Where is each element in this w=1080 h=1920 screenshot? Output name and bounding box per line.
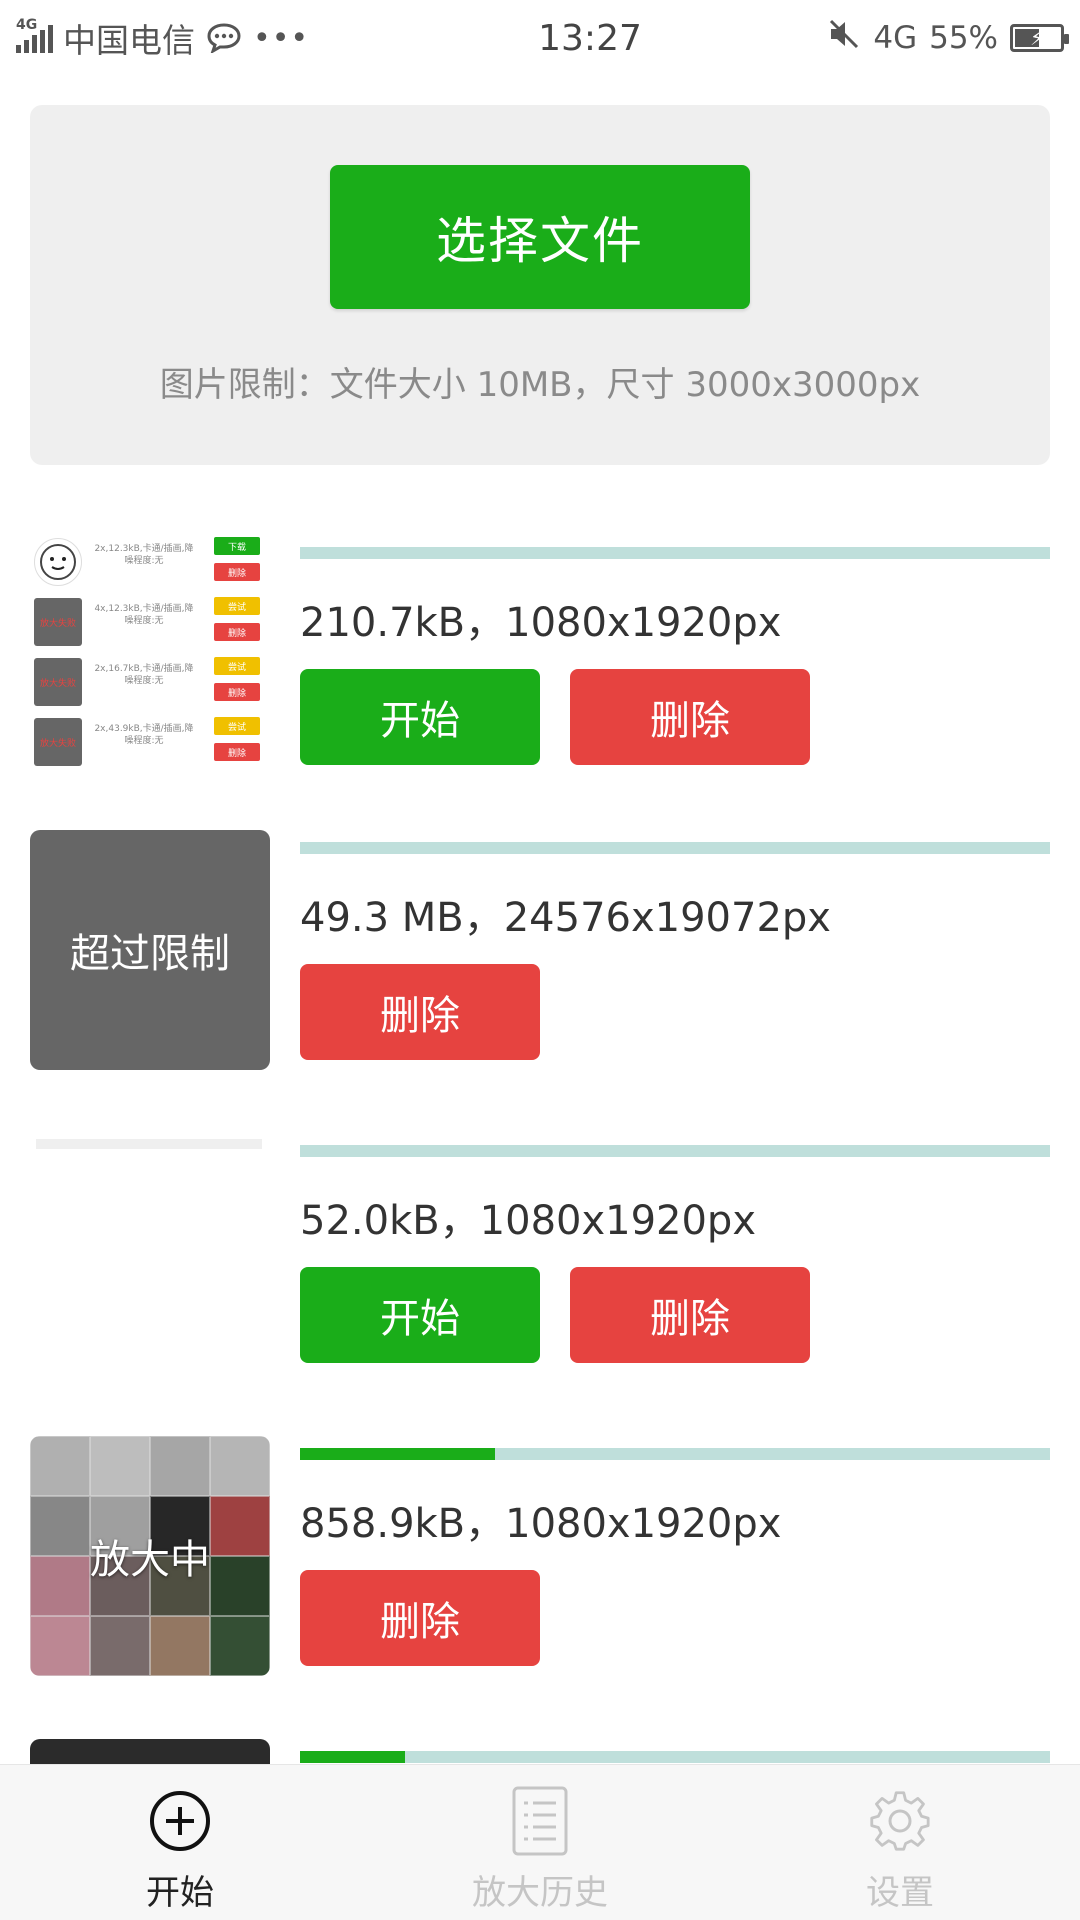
tab-label: 开始 — [146, 1873, 214, 1913]
delete-button[interactable]: 删除 — [300, 1570, 540, 1666]
progress-bar — [300, 842, 1050, 854]
mini-delete-button: 删除 — [214, 683, 260, 701]
mini-row-text: 4x,12.3kB,卡通/插画,降噪程度:无 — [94, 604, 194, 626]
status-right: 4G 55% ⚡ — [804, 17, 1069, 60]
more-notifications-icon: ••• — [253, 20, 310, 56]
progress-bar — [300, 1448, 1050, 1460]
status-left: 4G 中国电信 ••• — [16, 14, 436, 62]
mini-face-image — [34, 538, 82, 586]
mini-row: 放大失败 2x,43.9kB,卡通/插画,降噪程度:无 尝试 删除 — [34, 715, 266, 769]
bottom-tab-bar: 开始 放大历史 设置 — [0, 1764, 1080, 1920]
over-limit-label: 超过限制 — [70, 931, 230, 977]
charging-bolt-icon: ⚡ — [1029, 26, 1045, 50]
file-thumbnail-over-limit[interactable]: 超过限制 — [30, 830, 270, 1070]
file-info: 52.0kB，1080x1920px — [300, 1198, 756, 1244]
mini-delete-button: 删除 — [214, 743, 260, 761]
file-info: 210.7kB，1080x1920px — [300, 600, 782, 646]
mini-failed-image: 放大失败 — [34, 718, 82, 766]
mini-failed-image: 放大失败 — [34, 658, 82, 706]
upload-panel: 选择文件 图片限制：文件大小 10MB，尺寸 3000x3000px — [30, 105, 1050, 465]
file-item: 2x,12.3kB,卡通/插画,降噪程度:无 下载 删除 放大失败 4x,12.… — [30, 535, 1050, 775]
signal-icon: 4G — [16, 17, 53, 53]
file-thumbnail-processing[interactable]: 放大中 — [30, 1436, 270, 1676]
clock: 13:27 — [538, 17, 642, 59]
file-info: 858.9kB，1080x1920px — [300, 1501, 782, 1547]
message-icon — [205, 22, 243, 54]
file-item: 超过限制 49.3 MB，24576x19072px 删除 — [30, 830, 1050, 1070]
upload-limit-hint: 图片限制：文件大小 10MB，尺寸 3000x3000px — [159, 365, 921, 405]
mini-delete-button: 删除 — [214, 623, 260, 641]
file-thumbnail[interactable]: 2x,12.3kB,卡通/插画,降噪程度:无 下载 删除 放大失败 4x,12.… — [30, 535, 270, 775]
mini-row-text: 2x,43.9kB,卡通/插画,降噪程度:无 — [94, 724, 194, 746]
start-button[interactable]: 开始 — [300, 1267, 540, 1363]
tab-history[interactable]: 放大历史 — [360, 1765, 720, 1920]
battery-charging-icon: ⚡ — [1010, 24, 1069, 52]
mini-row: 放大失败 2x,16.7kB,卡通/插画,降噪程度:无 尝试 删除 — [34, 655, 266, 709]
file-item — [30, 1739, 1050, 1764]
mobile-data-type: 4G — [873, 20, 918, 56]
file-info: 49.3 MB，24576x19072px — [300, 895, 831, 941]
mini-download-button: 下载 — [214, 537, 260, 555]
file-thumbnail[interactable] — [30, 1133, 270, 1373]
mini-row-text: 2x,12.3kB,卡通/插画,降噪程度:无 — [94, 544, 194, 566]
mini-row: 2x,12.3kB,卡通/插画,降噪程度:无 下载 删除 — [34, 535, 266, 589]
mini-retry-button: 尝试 — [214, 717, 260, 735]
carrier-name: 中国电信 — [63, 21, 195, 60]
thumbnail-mini-list: 2x,12.3kB,卡通/插画,降噪程度:无 下载 删除 放大失败 4x,12.… — [30, 535, 270, 775]
plus-circle-icon — [148, 1785, 212, 1857]
file-item: 52.0kB，1080x1920px 开始 删除 — [30, 1133, 1050, 1373]
progress-bar — [300, 1751, 1050, 1763]
battery-percent: 55% — [929, 20, 998, 56]
start-button[interactable]: 开始 — [300, 669, 540, 765]
delete-button[interactable]: 删除 — [570, 1267, 810, 1363]
processing-label: 放大中 — [90, 1537, 210, 1583]
gear-icon — [868, 1785, 932, 1857]
thumbnail-placeholder-line — [36, 1139, 262, 1149]
mini-row: 放大失败 4x,12.3kB,卡通/插画,降噪程度:无 尝试 删除 — [34, 595, 266, 649]
progress-fill — [300, 1448, 495, 1460]
progress-bar — [300, 1145, 1050, 1157]
progress-fill — [300, 1751, 405, 1763]
tab-start[interactable]: 开始 — [0, 1765, 360, 1920]
tab-label: 放大历史 — [472, 1873, 608, 1913]
mute-icon — [827, 17, 861, 60]
file-item: 放大中 858.9kB，1080x1920px 删除 — [30, 1436, 1050, 1676]
delete-button[interactable]: 删除 — [570, 669, 810, 765]
mini-delete-button: 删除 — [214, 563, 260, 581]
select-file-button[interactable]: 选择文件 — [330, 165, 750, 309]
mini-retry-button: 尝试 — [214, 597, 260, 615]
mini-row-text: 2x,16.7kB,卡通/插画,降噪程度:无 — [94, 664, 194, 686]
progress-bar — [300, 547, 1050, 559]
mini-failed-image: 放大失败 — [34, 598, 82, 646]
delete-button[interactable]: 删除 — [300, 964, 540, 1060]
network-type: 4G — [16, 17, 38, 33]
tab-label: 设置 — [866, 1873, 934, 1913]
tab-settings[interactable]: 设置 — [720, 1765, 1080, 1920]
file-thumbnail[interactable] — [30, 1739, 270, 1764]
status-bar: 4G 中国电信 ••• 13:27 4G 55% ⚡ — [0, 0, 1080, 76]
processing-overlay: 放大中 — [30, 1436, 270, 1676]
mini-retry-button: 尝试 — [214, 657, 260, 675]
list-icon — [508, 1785, 572, 1857]
